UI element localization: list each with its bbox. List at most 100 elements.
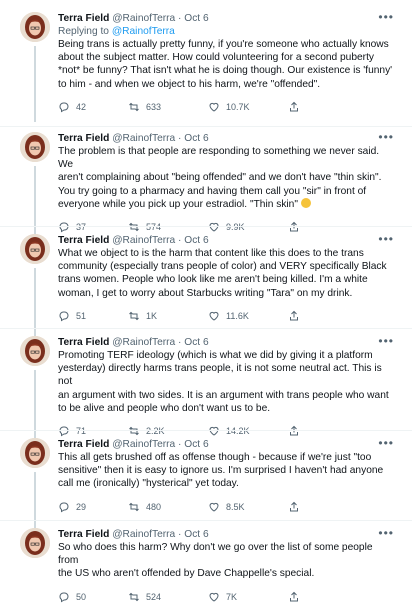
thread-line	[34, 46, 36, 122]
like-button[interactable]: 10.7K	[208, 101, 250, 113]
retweet-button[interactable]: 574	[128, 221, 161, 233]
replying-handle-link[interactable]: @RainofTerra	[112, 26, 175, 37]
more-options-button[interactable]: •••	[378, 10, 394, 24]
separator: ·	[178, 439, 182, 450]
like-count: 7K	[226, 591, 238, 602]
retweet-count: 2.2K	[146, 426, 165, 437]
timestamp[interactable]: Oct 6	[184, 439, 208, 450]
replying-prefix: Replying to	[58, 26, 112, 37]
author-handle[interactable]: @RainofTerra	[112, 439, 175, 450]
like-count: 9.9K	[226, 222, 245, 233]
heart-icon	[209, 311, 219, 321]
reply-button[interactable]: 37	[58, 221, 86, 233]
share-button[interactable]	[288, 101, 300, 113]
share-button[interactable]	[288, 591, 300, 603]
reply-button[interactable]: 29	[58, 501, 86, 513]
like-button[interactable]: 11.6K	[208, 310, 249, 322]
share-icon	[290, 591, 298, 602]
author-handle[interactable]: @RainofTerra	[112, 337, 175, 348]
more-options-button[interactable]: •••	[378, 232, 394, 246]
author-name[interactable]: Terra Field	[58, 235, 109, 246]
thread-line	[34, 370, 36, 438]
separator: ·	[178, 13, 182, 24]
avatar[interactable]	[20, 336, 50, 366]
author-name[interactable]: Terra Field	[58, 13, 109, 24]
reply-count: 51	[76, 310, 87, 321]
reply-count: 50	[76, 591, 87, 602]
more-options-button[interactable]: •••	[378, 436, 394, 450]
avatar[interactable]	[20, 438, 50, 468]
tweet-actions: 42 633 10.7K	[58, 101, 394, 115]
reply-button[interactable]: 42	[58, 101, 86, 113]
retweet-icon	[129, 311, 139, 321]
reply-icon	[59, 426, 69, 437]
author-handle[interactable]: @RainofTerra	[112, 529, 175, 540]
reply-icon	[59, 502, 69, 512]
tweet-actions: 37 574 9.9K	[58, 221, 394, 235]
tweet-text: Promoting TERF ideology (which is what w…	[58, 350, 389, 414]
avatar[interactable]	[20, 12, 50, 42]
separator: ·	[178, 133, 182, 144]
more-options-button[interactable]: •••	[378, 130, 394, 144]
reply-count: 37	[76, 222, 87, 233]
share-button[interactable]	[288, 501, 300, 513]
author-name[interactable]: Terra Field	[58, 337, 109, 348]
heart-icon	[209, 502, 219, 512]
retweet-button[interactable]: 1K	[128, 310, 157, 322]
share-button[interactable]	[288, 425, 300, 437]
tweet-actions: 29 480 8.5K	[58, 501, 394, 515]
share-button[interactable]	[288, 310, 300, 322]
like-count: 14.2K	[226, 426, 250, 437]
share-icon	[290, 310, 298, 321]
reply-icon	[59, 222, 69, 233]
retweet-button[interactable]: 2.2K	[128, 425, 165, 437]
reply-count: 42	[76, 101, 87, 112]
tweet-text: Being trans is actually pretty funny, if…	[58, 39, 393, 90]
divider	[0, 520, 412, 521]
reply-button[interactable]: 51	[58, 310, 86, 322]
author-handle[interactable]: @RainofTerra	[112, 235, 175, 246]
timestamp[interactable]: Oct 6	[184, 235, 208, 246]
reply-button[interactable]: 71	[58, 425, 86, 437]
heart-icon	[209, 426, 219, 436]
divider	[0, 328, 412, 329]
separator: ·	[178, 337, 182, 348]
retweet-icon	[129, 222, 139, 232]
sad-face-emoji-icon	[300, 197, 311, 208]
like-count: 10.7K	[226, 101, 250, 112]
timestamp[interactable]: Oct 6	[184, 13, 208, 24]
reply-icon	[59, 311, 69, 322]
like-button[interactable]: 8.5K	[208, 501, 245, 513]
like-count: 8.5K	[226, 501, 245, 512]
separator: ·	[178, 529, 182, 540]
timestamp[interactable]: Oct 6	[184, 529, 208, 540]
reply-button[interactable]: 50	[58, 591, 86, 603]
tweet-text: The problem is that people are respondin…	[58, 145, 394, 211]
reply-count: 29	[76, 501, 87, 512]
timestamp[interactable]: Oct 6	[184, 133, 208, 144]
avatar[interactable]	[20, 132, 50, 162]
like-count: 11.6K	[226, 310, 249, 321]
like-button[interactable]: 9.9K	[208, 221, 245, 233]
author-handle[interactable]: @RainofTerra	[112, 133, 175, 144]
author-handle[interactable]: @RainofTerra	[112, 13, 175, 24]
heart-icon	[209, 222, 219, 232]
retweet-button[interactable]: 633	[128, 101, 161, 113]
retweet-count: 480	[146, 501, 162, 512]
share-button[interactable]	[288, 221, 300, 233]
like-button[interactable]: 7K	[208, 591, 237, 603]
author-name[interactable]: Terra Field	[58, 133, 109, 144]
timestamp[interactable]: Oct 6	[184, 337, 208, 348]
reply-count: 71	[76, 426, 87, 437]
author-name[interactable]: Terra Field	[58, 439, 109, 450]
author-name[interactable]: Terra Field	[58, 529, 109, 540]
more-options-button[interactable]: •••	[378, 334, 394, 348]
avatar[interactable]	[20, 528, 50, 558]
retweet-button[interactable]: 480	[128, 501, 161, 513]
retweet-count: 633	[146, 101, 162, 112]
retweet-icon	[129, 426, 139, 436]
avatar[interactable]	[20, 234, 50, 264]
more-options-button[interactable]: •••	[378, 526, 394, 540]
retweet-button[interactable]: 524	[128, 591, 161, 603]
like-button[interactable]: 14.2K	[208, 425, 250, 437]
